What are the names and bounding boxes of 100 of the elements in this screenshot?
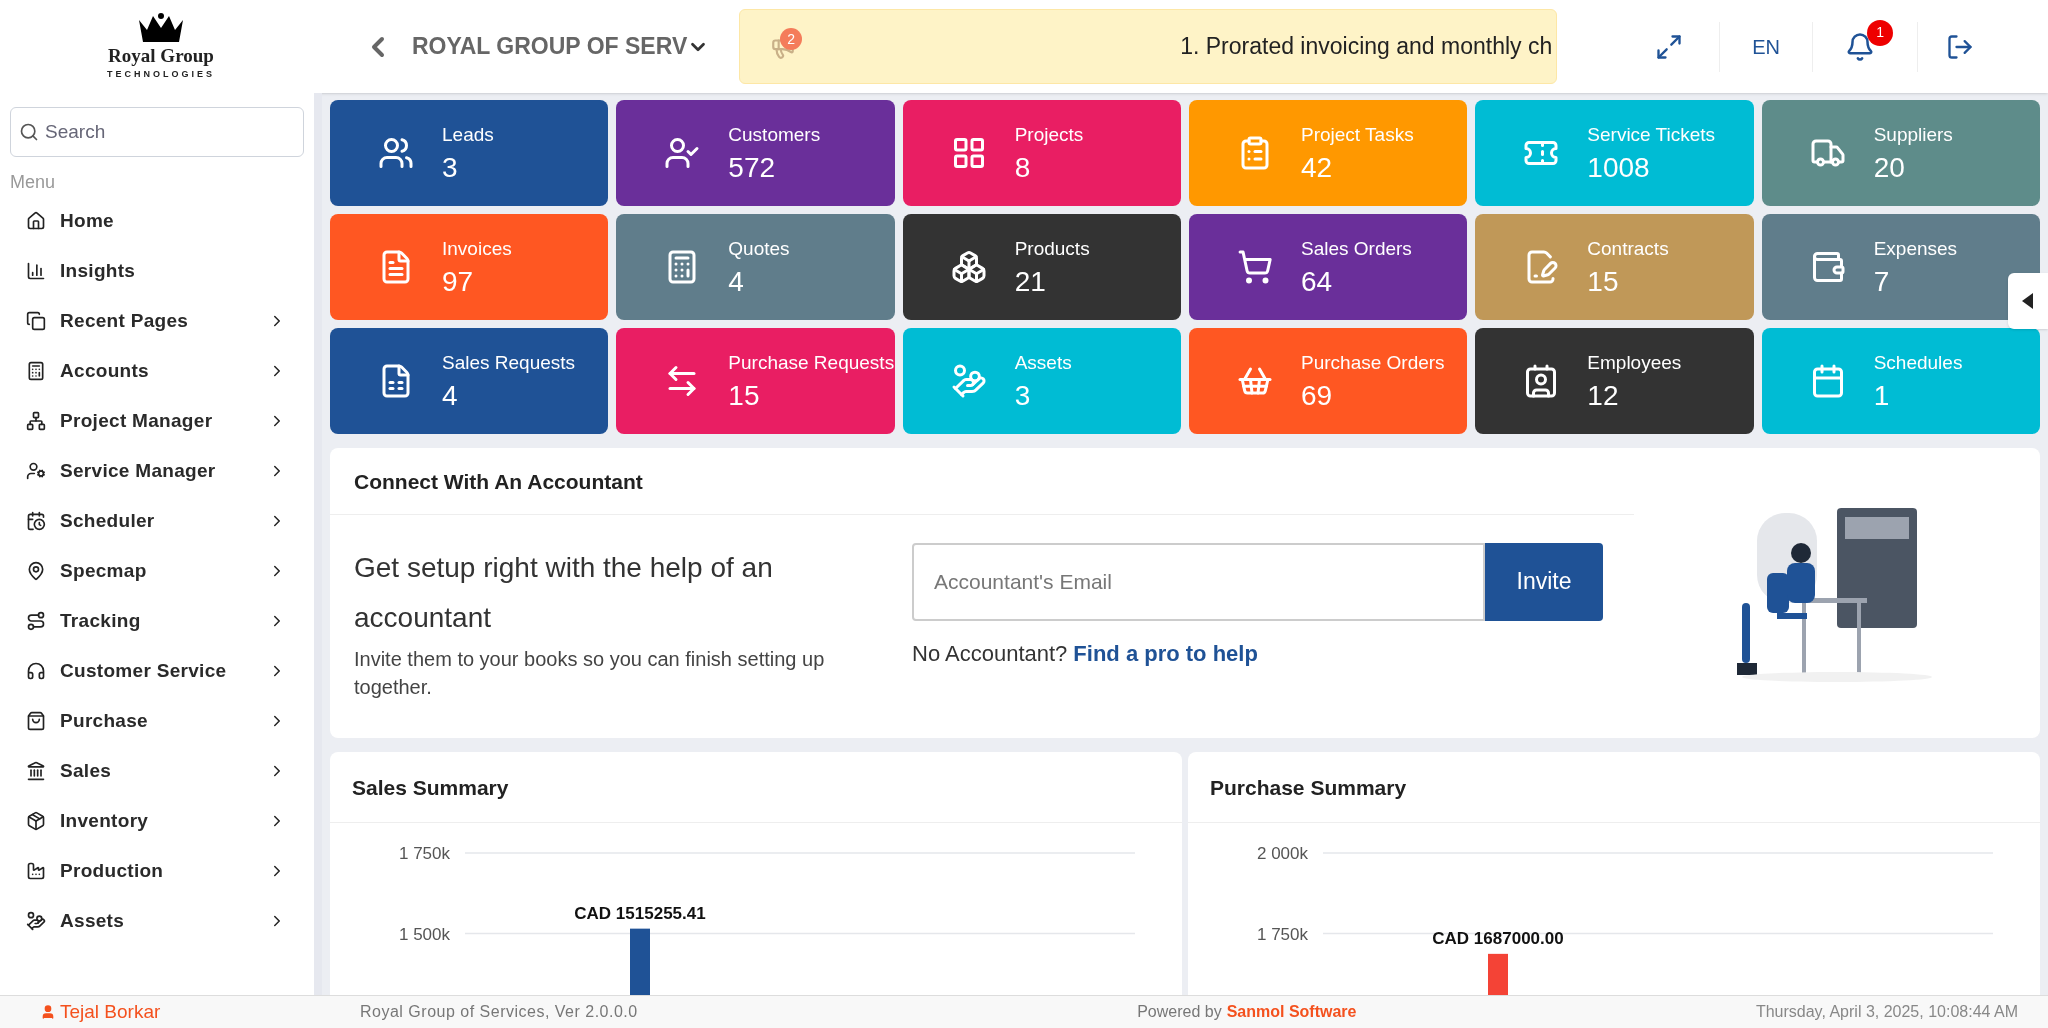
tile-count: 12 [1587,378,1620,413]
fullscreen-button[interactable] [1655,32,1684,61]
users-icon [378,135,414,171]
tile-count: 20 [1873,150,1906,185]
panel-title: Purchase Summary [1188,752,2040,823]
tile-count: 4 [442,378,459,413]
stat-tile[interactable]: Sales Orders 64 [1189,214,1468,320]
sidebar-item[interactable]: Inventory [10,796,304,846]
tile-label: Customers [728,123,821,148]
package-icon [26,811,46,831]
powered-by-text: Powered by [1137,1002,1222,1022]
sidebar-item[interactable]: Assets [10,896,304,946]
home-icon [26,211,46,231]
invite-button[interactable]: Invite [1485,542,1603,621]
stat-tile[interactable]: Purchase Requests 15 [616,328,895,434]
stat-tile[interactable]: Leads 3 [330,100,609,206]
user-check-icon [664,135,701,171]
sidebar-item[interactable]: Scheduler [10,496,304,546]
find-pro-link[interactable]: Find a pro to help [1073,636,1258,670]
bank-icon [26,761,46,781]
tile-label: Assets [1014,351,1072,376]
stat-tile[interactable]: Products 21 [902,214,1181,320]
tile-count: 7 [1873,264,1891,299]
headset-icon [26,661,46,681]
no-accountant-text: No Accountant? [912,639,1068,668]
tile-count: 3 [442,150,459,185]
tile-count: 97 [442,264,475,299]
stat-tile[interactable]: Employees 12 [1475,328,1754,434]
sidebar-item[interactable]: Insights [10,246,304,296]
sidebar-item[interactable]: Purchase [10,696,304,746]
crown-logo-icon [137,11,185,44]
sidebar-item[interactable]: Sales [10,746,304,796]
sidebar-item[interactable]: Accounts [10,346,304,396]
tile-label: Purchase Requests [728,351,895,376]
user-icon [40,1004,56,1020]
sidebar-item[interactable]: Service Manager [10,446,304,496]
user-gear-icon [26,461,46,481]
tile-label: Suppliers [1873,123,1953,148]
notice-text: 1. Prorated invoicing and monthly ch [1180,32,1553,62]
tile-count: 64 [1301,264,1334,299]
card-description: Invite them to your books so you can finish setting up together. [354,646,826,700]
datetime-text: Thursday, April 3, 2025, 10:08:44 AM [1755,1002,2018,1022]
notice-badge: 2 [780,28,803,50]
boxes-icon [950,249,987,285]
collapse-tab[interactable] [2008,273,2048,329]
stat-tile[interactable]: Sales Requests 4 [330,328,609,434]
tile-count: 15 [1587,264,1620,299]
tile-count: 4 [728,264,745,299]
tile-label: Sales Requests [442,351,576,376]
tile-label: Leads [442,123,494,148]
panel-title: Sales Summary [330,752,1182,823]
company-selector[interactable]: ROYAL GROUP OF SERV [412,29,710,64]
axis-label: 1 750k [398,843,450,863]
logo-tagline: TECHNOLOGIES [107,67,215,81]
tile-label: Service Tickets [1587,123,1716,148]
tile-label: Purchase Orders [1301,351,1445,376]
stat-tile[interactable]: Projects 8 [902,100,1181,206]
sidebar-item[interactable]: Specmap [10,546,304,596]
axis-label: 1 500k [398,924,450,944]
stat-tile[interactable]: Customers 572 [616,100,895,206]
stat-tile[interactable]: Quotes 4 [616,214,895,320]
triangle-left-icon [2022,293,2034,309]
cart-icon [1237,249,1273,285]
notification-badge: 1 [1867,19,1894,46]
menu-heading: Menu [10,171,57,194]
calculator-icon [26,361,46,381]
tile-count: 15 [728,378,761,413]
version-text: Royal Group of Services, Ver 2.0.0.0 [360,1002,638,1022]
tile-count: 69 [1301,378,1334,413]
card-title: Connect With An Accountant [330,448,1634,515]
calendar-clock-icon [26,511,46,531]
sidebar-item[interactable]: Recent Pages [10,296,304,346]
tile-label: Contracts [1587,237,1669,262]
factory-icon [26,861,46,881]
language-button[interactable]: EN [1752,31,1781,62]
tile-label: Schedules [1873,351,1963,376]
search-icon [19,122,39,142]
search-field[interactable]: Search [10,107,304,157]
bag-icon [26,711,46,731]
route-icon [26,611,46,631]
chart-icon [26,261,46,281]
map-pin-icon [26,561,46,581]
stat-tile[interactable]: Expenses 7 [1761,214,2040,320]
tile-count: 1008 [1587,150,1651,185]
tile-count: 21 [1014,264,1047,299]
tile-label: Products [1014,237,1090,262]
sidebar-item[interactable]: Production [10,846,304,896]
sidebar-item[interactable]: Tracking [10,596,304,646]
tile-label: Sales Orders [1301,237,1412,262]
stat-tile[interactable]: Suppliers 20 [1761,100,2040,206]
tile-label: Project Tasks [1301,123,1414,148]
sidebar-item[interactable]: Project Manager [10,396,304,446]
tile-count: 1 [1873,378,1891,413]
hand-coins-icon [26,911,46,931]
pages-icon [26,311,46,331]
email-field[interactable]: Accountant's Email [912,542,1485,621]
data-label: CAD 1515255.41 [574,903,706,923]
tile-label: Projects [1014,123,1084,148]
sidebar-item[interactable]: Home [10,196,304,246]
sidebar-item[interactable]: Customer Service [10,646,304,696]
